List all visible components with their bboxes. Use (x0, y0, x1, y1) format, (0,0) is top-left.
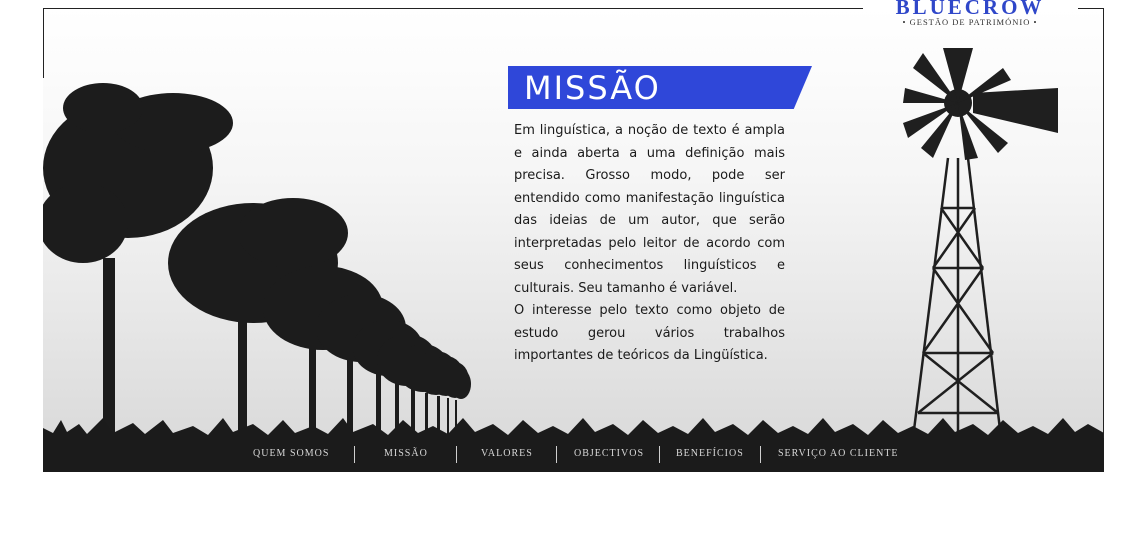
nav-item-missao[interactable]: MISSÃO (384, 448, 428, 464)
nav-divider (456, 446, 457, 463)
frame-border-right (1103, 8, 1104, 448)
nav-divider (354, 446, 355, 463)
brand-tagline: • GESTÃO DE PATRIMÓNIO • (902, 17, 1038, 27)
section-title: MISSÃO (524, 69, 661, 107)
nav-item-objectivos[interactable]: OBJECTIVOS (574, 448, 644, 464)
brand-logo[interactable]: BLUECROW • GESTÃO DE PATRIMÓNIO • (862, 0, 1078, 27)
nav-item-valores[interactable]: VALORES (481, 448, 533, 464)
section-title-banner: MISSÃO (508, 66, 812, 109)
body-paragraph: Em linguística, a noção de texto é ampla… (514, 123, 785, 296)
body-paragraph: O interesse pelo texto como objeto de es… (514, 303, 785, 363)
frame-border-top (43, 8, 863, 9)
frame-border-top-right (1078, 8, 1104, 9)
section-body: Em linguística, a noção de texto é ampla… (514, 120, 785, 368)
nav-divider (659, 446, 660, 463)
nav-divider (556, 446, 557, 463)
windmill-blades (903, 48, 1058, 160)
windmill-icon (911, 157, 1003, 439)
tree-silhouette (43, 83, 471, 438)
nav-item-servico-ao-cliente[interactable]: SERVIÇO AO CLIENTE (778, 448, 899, 464)
frame-border-left (43, 8, 44, 78)
bottom-nav: QUEM SOMOS MISSÃO VALORES OBJECTIVOS BEN… (43, 438, 1104, 472)
nav-item-beneficios[interactable]: BENEFÍCIOS (676, 448, 744, 464)
nav-divider (760, 446, 761, 463)
nav-item-quem-somos[interactable]: QUEM SOMOS (253, 448, 329, 464)
